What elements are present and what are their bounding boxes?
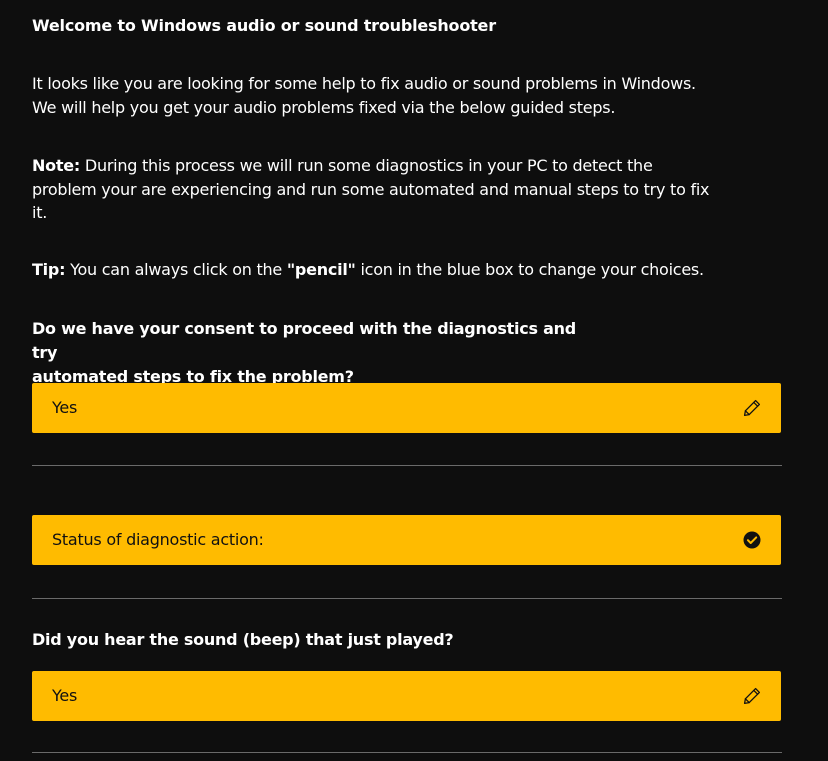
check-circle-icon (743, 531, 761, 549)
diagnostic-status-box: Status of diagnostic action: (32, 515, 781, 565)
divider (32, 465, 782, 466)
pencil-icon[interactable] (742, 398, 762, 418)
consent-answer-label: Yes (52, 398, 78, 417)
note-label: Note: (32, 156, 81, 175)
divider (32, 598, 782, 599)
divider (32, 752, 782, 753)
tip-text-before: You can always click on the (65, 260, 287, 279)
note-line-2: problem your are experiencing and run so… (32, 179, 710, 199)
sound-answer-box[interactable]: Yes (32, 671, 781, 721)
tip-text-after: icon in the blue box to change your choi… (355, 260, 704, 279)
note-line-1: During this process we will run some dia… (80, 156, 653, 175)
sound-answer-label: Yes (52, 686, 78, 705)
tip-highlight: "pencil" (286, 260, 356, 279)
consent-question-line-1: Do we have your consent to proceed with … (32, 319, 576, 362)
note-message: Note: During this process we will run so… (32, 154, 732, 225)
consent-question: Do we have your consent to proceed with … (32, 317, 592, 389)
sound-question: Did you hear the sound (beep) that just … (32, 630, 454, 649)
intro-line-2: We will help you get your audio problems… (32, 97, 616, 117)
tip-message: Tip: You can always click on the "pencil… (32, 258, 752, 282)
diagnostic-status-label: Status of diagnostic action: (52, 530, 264, 549)
intro-line-1: It looks like you are looking for some h… (32, 74, 696, 93)
tip-label: Tip: (32, 260, 66, 279)
note-line-3: it. (32, 203, 48, 222)
pencil-icon[interactable] (742, 686, 762, 706)
page-title: Welcome to Windows audio or sound troubl… (32, 16, 496, 35)
intro-message: It looks like you are looking for some h… (32, 72, 732, 119)
consent-answer-box[interactable]: Yes (32, 383, 781, 433)
